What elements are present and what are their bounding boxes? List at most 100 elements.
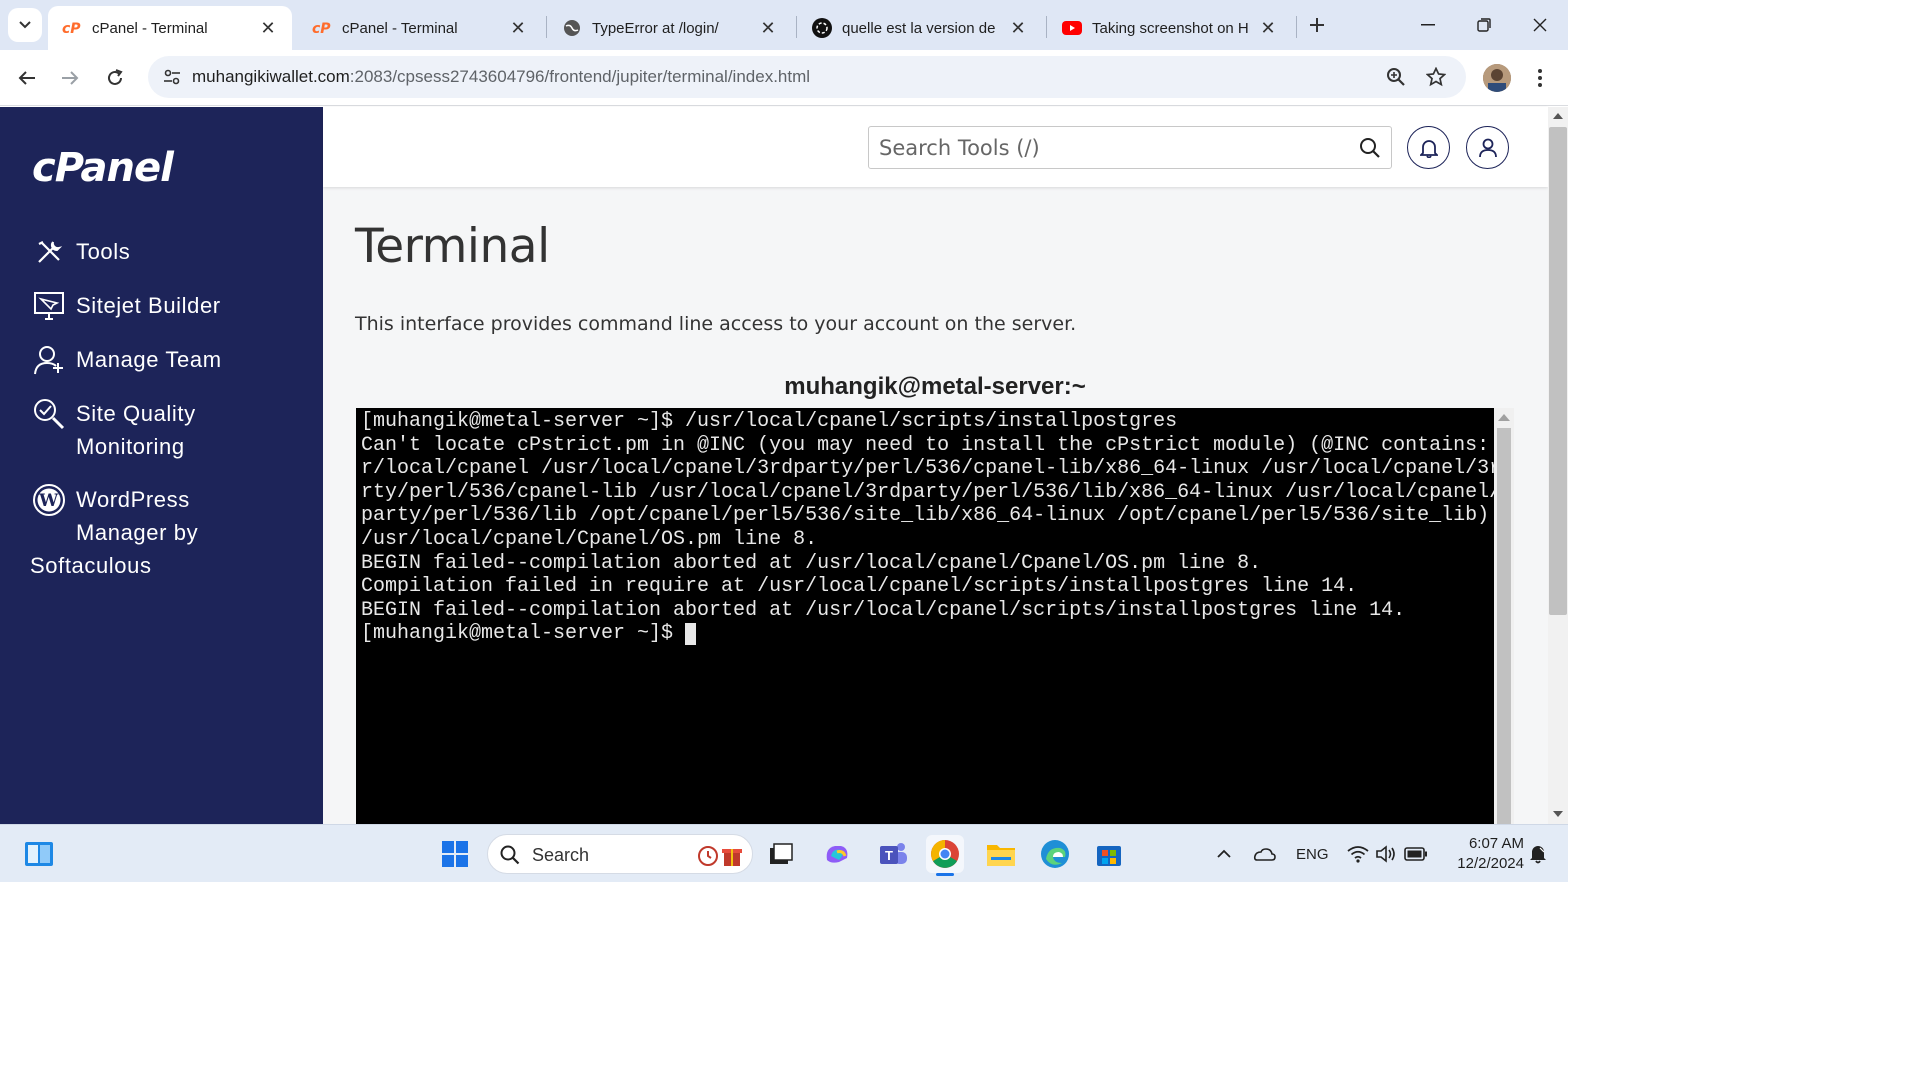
terminal-line: party/perl/536/lib /opt/cpanel/perl5/536… xyxy=(361,504,1494,528)
tab-separator xyxy=(796,16,797,38)
language-indicator[interactable]: ENG xyxy=(1296,846,1329,863)
page-scrollbar[interactable] xyxy=(1548,107,1568,824)
back-button[interactable] xyxy=(9,60,45,96)
url-text: muhangikiwallet.com:2083/cpsess274360479… xyxy=(192,67,810,87)
tab-title: quelle est la version de d xyxy=(842,19,1000,37)
team-icon xyxy=(32,343,66,377)
svg-text:T: T xyxy=(885,848,893,863)
search-icon[interactable] xyxy=(1359,137,1381,159)
store-icon xyxy=(1097,846,1121,866)
terminal-line: rty/perl/536/cpanel-lib /usr/local/cpane… xyxy=(361,480,1494,504)
terminal-scrollbar[interactable] xyxy=(1494,408,1514,824)
terminal-line: Can't locate cPstrict.pm in @INC (you ma… xyxy=(361,433,1494,457)
scroll-up-icon[interactable] xyxy=(1553,113,1563,119)
url-host: muhangikiwallet.com xyxy=(192,67,350,86)
sidebar-item-sitejet-builder[interactable]: Sitejet Builder xyxy=(32,289,221,323)
cpanel-logo[interactable]: cPanel xyxy=(32,145,174,191)
terminal-scroll-thumb[interactable] xyxy=(1497,428,1511,824)
search-tools-box[interactable] xyxy=(868,126,1392,169)
close-window-button[interactable] xyxy=(1512,6,1568,44)
close-icon[interactable]: ✕ xyxy=(508,18,528,38)
chrome-taskbar-button[interactable] xyxy=(926,835,964,876)
folder-icon xyxy=(987,845,1015,866)
label-line: Monitoring xyxy=(76,434,185,459)
browser-menu-button[interactable] xyxy=(1528,64,1552,92)
show-hidden-icons-button[interactable] xyxy=(1206,835,1242,873)
copilot-button[interactable] xyxy=(818,835,856,873)
terminal-cursor xyxy=(685,623,697,646)
start-button[interactable] xyxy=(436,835,474,873)
tab-title: TypeError at /login/ xyxy=(592,19,719,37)
active-app-indicator xyxy=(936,873,954,876)
avatar-icon xyxy=(1483,64,1511,92)
arrow-left-icon xyxy=(18,71,35,85)
site-info-icon[interactable] xyxy=(160,65,184,89)
search-tools-input[interactable] xyxy=(879,133,1349,163)
browser-tab-chatgpt[interactable]: quelle est la version de d ✕ xyxy=(798,6,1042,50)
scroll-up-icon[interactable] xyxy=(1498,414,1510,421)
terminal-prompt-line[interactable]: [muhangik@metal-server ~]$ xyxy=(361,622,1489,646)
taskbar-search-label: Search xyxy=(532,845,590,865)
close-icon[interactable]: ✕ xyxy=(1008,18,1028,38)
tab-separator xyxy=(1046,16,1047,38)
forward-button[interactable] xyxy=(52,60,88,96)
tab-title: cPanel - Terminal xyxy=(92,19,208,37)
onedrive-button[interactable] xyxy=(1246,835,1282,873)
reload-button[interactable] xyxy=(97,60,133,96)
notifications-button[interactable] xyxy=(1407,126,1450,169)
page-description: This interface provides command line acc… xyxy=(355,313,1077,335)
terminal-line: [muhangik@metal-server ~]$ /usr/local/cp… xyxy=(361,410,1178,433)
sidebar-item-manage-team[interactable]: Manage Team xyxy=(32,343,222,377)
page-scroll-thumb[interactable] xyxy=(1549,127,1567,615)
cloud-icon xyxy=(1253,848,1276,861)
file-explorer-button[interactable] xyxy=(982,835,1020,873)
new-tab-button[interactable] xyxy=(1302,10,1332,40)
wordpress-icon: W xyxy=(32,483,66,517)
edge-icon xyxy=(1041,840,1069,868)
restore-window-button[interactable] xyxy=(1456,6,1512,44)
taskbar-search[interactable]: Search xyxy=(487,834,753,874)
label-line-3: Softaculous xyxy=(30,553,152,578)
site-quality-icon xyxy=(32,397,66,431)
bookmark-star-icon[interactable] xyxy=(1424,65,1448,89)
task-view-button[interactable] xyxy=(762,835,800,873)
sidebar-item-tools[interactable]: Tools xyxy=(32,235,130,269)
close-icon[interactable]: ✕ xyxy=(258,18,278,38)
notification-center-button[interactable] xyxy=(1524,835,1552,873)
label-line-2: Manager by xyxy=(76,520,199,545)
close-icon[interactable]: ✕ xyxy=(1258,18,1278,38)
minimize-icon xyxy=(1421,24,1435,26)
terminal-window[interactable]: [muhangik@metal-server ~]$ /usr/local/cp… xyxy=(356,408,1494,824)
browser-tab-cpanel-terminal-active[interactable]: cP cPanel - Terminal ✕ xyxy=(48,6,292,50)
browser-toolbar: muhangikiwallet.com:2083/cpsess274360479… xyxy=(0,50,1568,106)
address-bar[interactable]: muhangikiwallet.com:2083/cpsess274360479… xyxy=(148,56,1466,98)
browser-tab-typeerror[interactable]: TypeError at /login/ ✕ xyxy=(548,6,792,50)
cpanel-topbar xyxy=(323,107,1548,187)
tab-search-button[interactable] xyxy=(8,8,42,42)
zoom-icon[interactable] xyxy=(1384,65,1408,89)
copilot-icon xyxy=(826,846,848,863)
teams-button[interactable]: T xyxy=(874,835,912,873)
close-icon[interactable]: ✕ xyxy=(758,18,778,38)
terminal-title: muhangik@metal-server:~ xyxy=(784,373,1086,400)
battery-status[interactable] xyxy=(1398,835,1434,873)
browser-tab-strip: cP cPanel - Terminal ✕ cP cPanel - Termi… xyxy=(0,0,1568,50)
browser-tab-youtube[interactable]: Taking screenshot on HP ✕ xyxy=(1048,6,1292,50)
sidebar-item-wordpress-manager[interactable]: W WordPress Manager by Softaculous xyxy=(30,483,199,582)
microsoft-store-button[interactable] xyxy=(1090,835,1128,873)
clock-time: 6:07 AM xyxy=(1468,835,1524,852)
profile-avatar[interactable] xyxy=(1483,64,1511,92)
minimize-window-button[interactable] xyxy=(1400,6,1456,44)
user-menu-button[interactable] xyxy=(1466,126,1509,169)
windows-taskbar: Search T ENG 6:07 AM 12/2/2024 xyxy=(0,824,1568,882)
sidebar-item-label: Sitejet Builder xyxy=(76,293,221,318)
page-title: Terminal xyxy=(355,219,550,274)
plus-icon xyxy=(1310,18,1324,32)
taskbar-clock[interactable]: 6:07 AM 12/2/2024 xyxy=(1440,834,1524,874)
widgets-button[interactable] xyxy=(20,835,58,873)
close-icon xyxy=(1533,18,1547,32)
scroll-down-icon[interactable] xyxy=(1553,811,1563,817)
sidebar-item-site-quality-monitoring[interactable]: Site Quality Monitoring xyxy=(32,397,196,463)
browser-tab-cpanel-terminal[interactable]: cP cPanel - Terminal ✕ xyxy=(298,6,542,50)
edge-button[interactable] xyxy=(1036,835,1074,873)
